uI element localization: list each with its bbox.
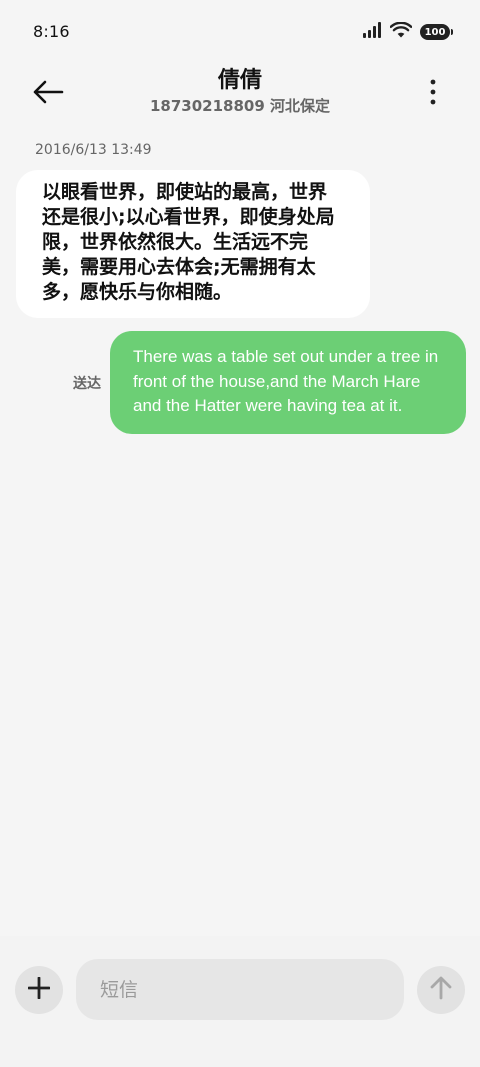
outgoing-message-text: There was a table set out under a tree i… [133,347,439,415]
battery-icon: 100 [420,24,453,40]
status-bar: 8:16 100 [0,0,480,66]
incoming-message-text: 以眼看世界，即使站的最高，世界还是很小;以心看世界，即使身处局限，世界依然很大。… [42,181,335,303]
contact-name: 倩倩 [217,68,262,93]
status-time: 8:16 [33,22,70,41]
more-options-button[interactable] [420,78,446,110]
wifi-icon [389,21,413,42]
status-icons: 100 [362,21,453,42]
incoming-message-bubble[interactable]: 以眼看世界，即使站的最高，世界还是很小;以心看世界，即使身处局限，世界依然很大。… [16,170,370,318]
attach-button[interactable] [15,966,63,1014]
back-button[interactable] [28,78,68,110]
plus-icon [27,976,51,1003]
delivery-status: 送达 [73,376,101,392]
more-vertical-icon [430,79,436,109]
conversation-header: 倩倩 18730218809 河北保定 [0,66,480,122]
send-arrow-icon [430,976,452,1004]
composer-bar [0,936,480,1067]
message-timestamp: 2016/6/13 13:49 [35,142,152,158]
signal-icon [362,22,382,42]
message-input[interactable] [76,959,404,1020]
contact-number-location: 18730218809 河北保定 [149,97,331,115]
send-button[interactable] [417,966,465,1014]
outgoing-message-bubble[interactable]: There was a table set out under a tree i… [110,331,466,434]
contact-title: 倩倩 18730218809 河北保定 [0,66,480,116]
back-arrow-icon [32,80,64,108]
